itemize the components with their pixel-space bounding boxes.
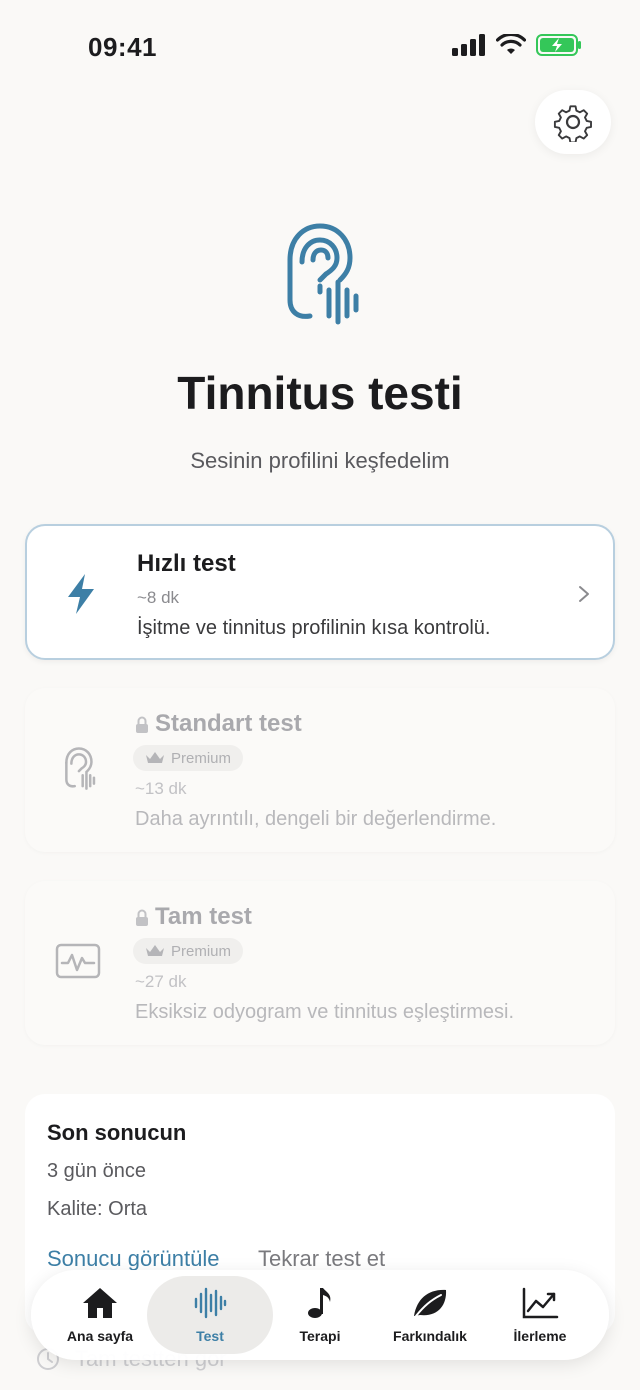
premium-badge: Premium: [133, 938, 244, 964]
last-result-title: Son sonucun: [47, 1120, 187, 1145]
status-bar: 09:41: [0, 0, 640, 94]
quick-test-description: İşitme ve tinnitus profilinin kısa kontr…: [137, 617, 491, 639]
last-result-quality: Kalite: Orta: [47, 1198, 148, 1220]
tab-progress[interactable]: İlerleme: [485, 1270, 595, 1360]
leaf-icon: [414, 1289, 447, 1317]
standard-test-title-row: Standart test: [135, 710, 302, 738]
tab-awareness-label: Farkındalık: [393, 1328, 467, 1344]
chart-trend-icon: [522, 1287, 559, 1319]
retest-button[interactable]: Tekrar test et: [258, 1246, 385, 1272]
battery-icon: [536, 34, 581, 56]
ear-sound-icon: [287, 223, 359, 325]
lightning-icon: [68, 574, 94, 614]
crown-icon: [146, 945, 164, 956]
wifi-icon: [496, 34, 526, 54]
quick-test-title: Hızlı test: [137, 550, 236, 577]
tab-awareness[interactable]: Farkındalık: [375, 1270, 485, 1360]
tab-home-label: Ana sayfa: [66, 1328, 134, 1344]
crown-icon: [146, 752, 164, 763]
status-time: 09:41: [88, 32, 157, 62]
tab-progress-label: İlerleme: [513, 1328, 567, 1344]
premium-badge-label: Premium: [171, 749, 232, 767]
standard-test-description: Daha ayrıntılı, dengeli bir değerlendirm…: [135, 808, 497, 830]
settings-button[interactable]: [535, 90, 611, 154]
page-subtitle: Sesinin profilini keşfedelim: [190, 448, 450, 473]
heartbeat-monitor-icon: [55, 943, 101, 979]
last-result-time: 3 gün önce: [47, 1160, 146, 1182]
standard-test-title: Standart test: [155, 710, 302, 737]
tab-test[interactable]: Test: [155, 1270, 265, 1360]
tab-test-label: Test: [196, 1328, 224, 1344]
full-test-duration: ~27 dk: [135, 972, 187, 991]
lock-icon: [136, 716, 148, 733]
home-icon: [83, 1288, 117, 1318]
standard-test-duration: ~13 dk: [135, 779, 187, 798]
premium-badge: Premium: [133, 745, 244, 771]
standard-test-card[interactable]: Standart test Premium ~13 dk Daha ayrınt…: [25, 688, 615, 852]
status-icons: [452, 34, 582, 56]
full-test-description: Eksiksiz odyogram ve tinnitus eşleştirme…: [135, 1001, 515, 1023]
tab-home[interactable]: Ana sayfa: [45, 1270, 155, 1360]
full-test-card[interactable]: Tam test Premium ~27 dk Eksiksiz odyogra…: [25, 881, 615, 1045]
tab-therapy-label: Terapi: [299, 1328, 341, 1344]
chevron-right-icon: [579, 586, 589, 602]
lock-icon: [136, 909, 148, 926]
full-test-title: Tam test: [155, 903, 252, 930]
tab-therapy[interactable]: Terapi: [265, 1270, 375, 1360]
ear-sound-icon: [65, 747, 96, 790]
quick-test-card[interactable]: Hızlı test ~8 dk İşitme ve tinnitus prof…: [25, 524, 615, 660]
music-note-icon: [308, 1288, 331, 1318]
tab-bar: Ana sayfa Test Terapi Farkındalık İlerle…: [31, 1270, 609, 1360]
gear-icon: [553, 105, 592, 142]
premium-badge-label: Premium: [171, 942, 232, 960]
view-result-link[interactable]: Sonucu görüntüle: [47, 1246, 219, 1272]
signal-icon: [452, 34, 485, 56]
page-title: Tinnitus testi: [177, 367, 463, 419]
full-test-title-row: Tam test: [135, 903, 252, 931]
quick-test-duration: ~8 dk: [137, 588, 180, 607]
waveform-icon: [194, 1287, 227, 1319]
